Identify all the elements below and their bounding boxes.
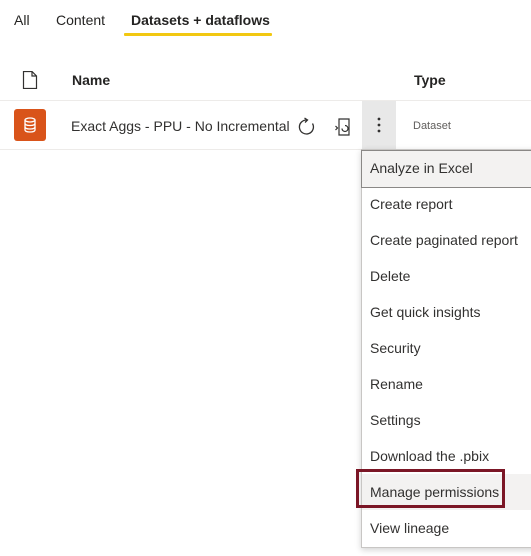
menu-item-download-pbix[interactable]: Download the .pbix bbox=[362, 438, 531, 474]
database-icon bbox=[14, 109, 46, 141]
menu-item-create-paginated-report[interactable]: Create paginated report bbox=[362, 222, 531, 258]
table-header: Name Type bbox=[0, 62, 531, 101]
active-tab-indicator bbox=[124, 33, 272, 36]
tab-all[interactable]: All bbox=[14, 12, 30, 28]
more-options-button[interactable] bbox=[362, 101, 396, 149]
column-header-name[interactable]: Name bbox=[72, 72, 110, 88]
file-type-icon bbox=[22, 71, 38, 89]
dataset-type: Dataset bbox=[413, 120, 451, 132]
menu-item-get-quick-insights[interactable]: Get quick insights bbox=[362, 294, 531, 330]
menu-item-view-lineage[interactable]: View lineage bbox=[362, 510, 531, 546]
schedule-refresh-icon[interactable] bbox=[333, 117, 353, 137]
menu-item-security[interactable]: Security bbox=[362, 330, 531, 366]
tab-content[interactable]: Content bbox=[56, 12, 105, 28]
menu-item-analyze-in-excel[interactable]: Analyze in Excel bbox=[361, 150, 531, 188]
refresh-icon[interactable] bbox=[297, 117, 317, 137]
more-vertical-icon bbox=[377, 117, 381, 133]
menu-item-create-report[interactable]: Create report bbox=[362, 186, 531, 222]
dataset-name[interactable]: Exact Aggs - PPU - No Incremental bbox=[71, 118, 290, 134]
tab-bar: All Content Datasets + dataflows bbox=[0, 0, 531, 40]
menu-item-manage-permissions[interactable]: Manage permissions bbox=[362, 474, 531, 510]
column-header-type[interactable]: Type bbox=[414, 72, 446, 88]
menu-item-rename[interactable]: Rename bbox=[362, 366, 531, 402]
table-row[interactable]: Exact Aggs - PPU - No Incremental Datase… bbox=[0, 101, 531, 150]
tab-datasets-dataflows[interactable]: Datasets + dataflows bbox=[131, 12, 270, 28]
menu-item-delete[interactable]: Delete bbox=[362, 258, 531, 294]
menu-item-settings[interactable]: Settings bbox=[362, 402, 531, 438]
context-menu: Analyze in Excel Create report Create pa… bbox=[361, 149, 531, 548]
